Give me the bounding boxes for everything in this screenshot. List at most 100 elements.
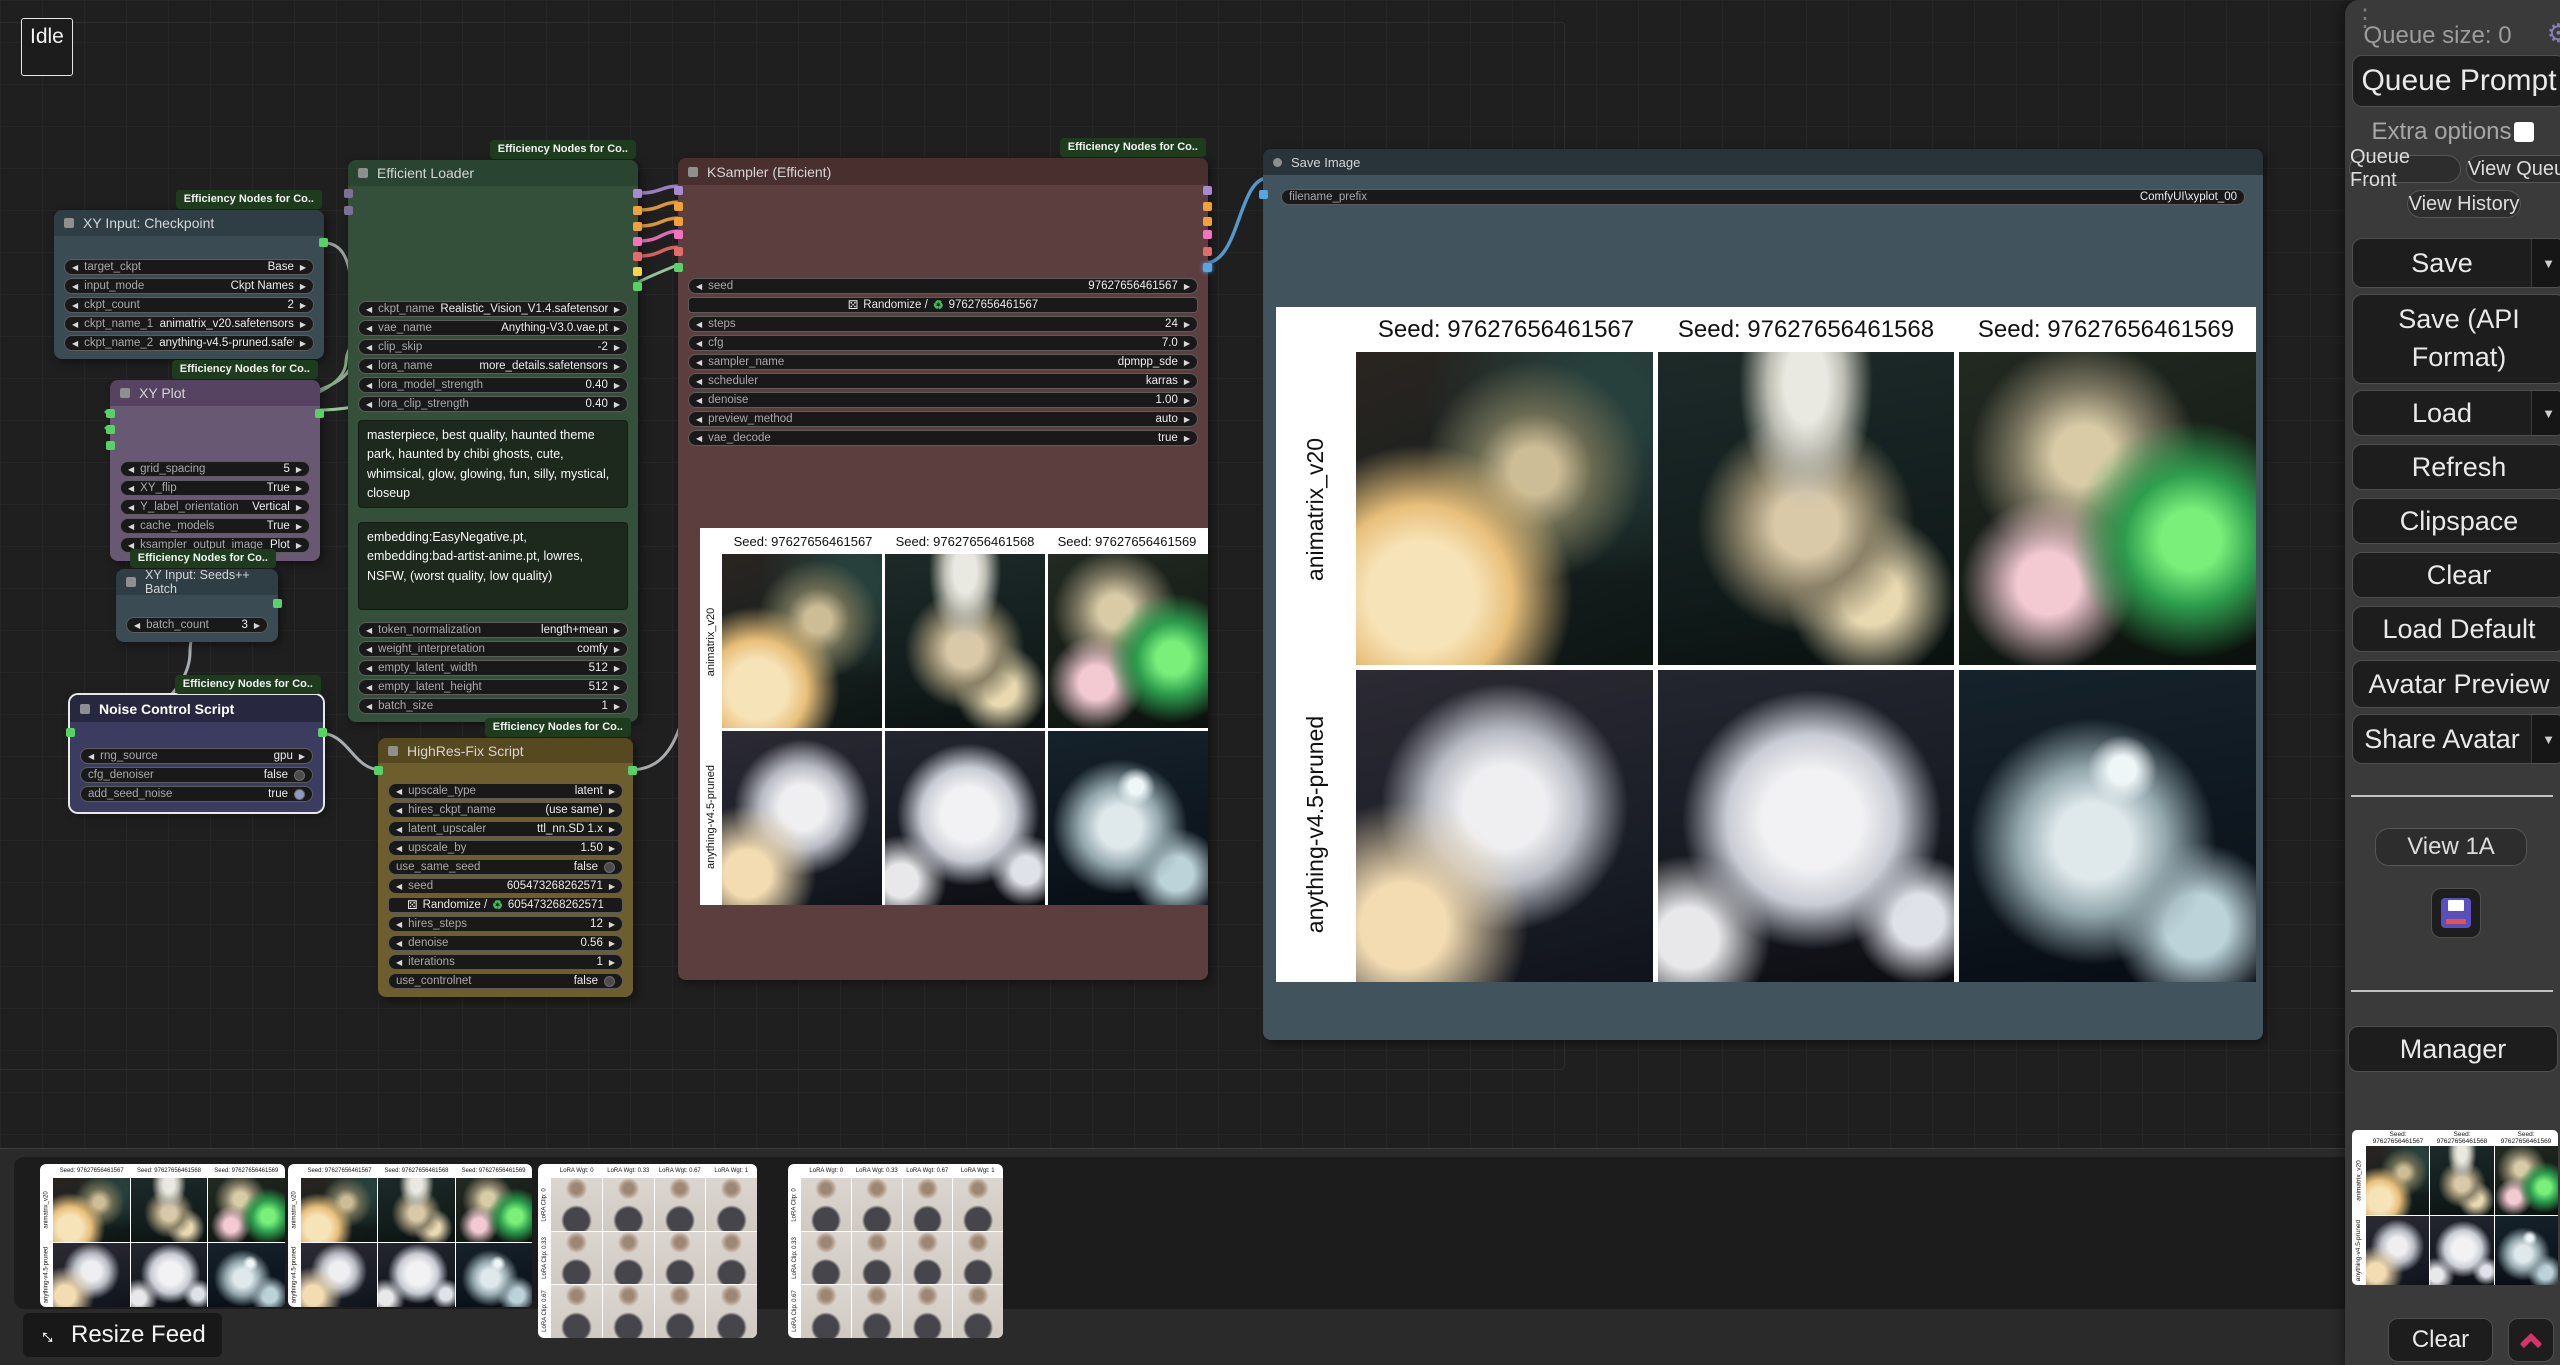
spinner-left-icon[interactable] [88, 750, 94, 762]
spinner-right-icon[interactable] [296, 482, 302, 494]
spinner-left-icon[interactable] [72, 261, 78, 273]
positive-prompt-textarea[interactable]: masterpiece, best quality, haunted theme… [358, 420, 628, 508]
spinner-left-icon[interactable] [72, 299, 78, 311]
widget-denoise[interactable]: denoise0.56 [388, 935, 623, 951]
slot-dependencies-input[interactable] [106, 409, 115, 418]
queue-front-button[interactable]: Queue Front [2349, 155, 2461, 183]
widget-vae-name[interactable]: vae_nameAnything-V3.0.vae.pt [358, 320, 628, 336]
node-header[interactable]: HighRes-Fix Script [378, 738, 633, 763]
spinner-left-icon[interactable] [366, 398, 372, 410]
widget-hires-ckpt-name[interactable]: hires_ckpt_name(use same) [388, 802, 623, 818]
widget-use-same-seed[interactable]: use_same_seedfalse [388, 859, 623, 875]
save-api-format-button[interactable]: Save (API Format) [2352, 294, 2560, 384]
share-avatar-button[interactable]: Share Avatar [2352, 714, 2560, 764]
slot-lora-stack-input[interactable] [344, 189, 353, 198]
slot-conditioning-minus-output[interactable] [1203, 217, 1212, 226]
node-efficient-loader[interactable]: Efficiency Nodes for Co.. Efficient Load… [348, 160, 638, 722]
node-header[interactable]: XY Plot [110, 380, 320, 406]
widget-lora-clip-strength[interactable]: lora_clip_strength0.40 [358, 396, 628, 412]
node-header[interactable]: Noise Control Script [70, 695, 323, 722]
spinner-right-icon[interactable] [300, 337, 306, 349]
slot-model-input[interactable] [674, 186, 683, 195]
widget-y-label-orientation[interactable]: Y_label_orientationVertical [120, 499, 310, 515]
spinner-left-icon[interactable] [696, 375, 702, 387]
feed-thumbnail-xyplot[interactable]: Seed: 97627656461567 Seed: 9762765646156… [40, 1164, 285, 1307]
spinner-right-icon[interactable] [614, 662, 620, 674]
spinner-right-icon[interactable] [1184, 318, 1190, 330]
spinner-right-icon[interactable] [614, 360, 620, 372]
widget-ckpt-name-1[interactable]: ckpt_name_1animatrix_v20.safetensors [64, 316, 314, 332]
spinner-right-icon[interactable] [296, 463, 302, 475]
spinner-right-icon[interactable] [1184, 280, 1190, 292]
spinner-right-icon[interactable] [1184, 413, 1190, 425]
node-highres-fix-script[interactable]: Efficiency Nodes for Co.. HighRes-Fix Sc… [378, 738, 633, 997]
widget-steps[interactable]: steps24 [688, 316, 1198, 332]
spinner-right-icon[interactable] [609, 956, 615, 968]
widget-ckpt-name[interactable]: ckpt_nameRealistic_Vision_V1.4.safetenso… [358, 301, 628, 317]
collapse-dot-icon[interactable] [358, 168, 368, 178]
spinner-left-icon[interactable] [696, 356, 702, 368]
gear-icon[interactable] [2547, 18, 2560, 49]
widget-ckpt-count[interactable]: ckpt_count2 [64, 297, 314, 313]
widget-seed[interactable]: seed97627656461567 [688, 278, 1198, 294]
refresh-button[interactable]: Refresh [2352, 444, 2560, 490]
slot-seeds-output[interactable] [273, 599, 282, 608]
widget-seed[interactable]: seed605473268262571 [388, 878, 623, 894]
spinner-right-icon[interactable] [609, 880, 615, 892]
spinner-left-icon[interactable] [396, 918, 402, 930]
slot-vae-output[interactable] [633, 252, 642, 261]
slot-model-output[interactable] [633, 189, 642, 198]
node-ksampler-efficient[interactable]: Efficiency Nodes for Co.. KSampler (Effi… [678, 158, 1208, 980]
slot-xy-output[interactable] [319, 238, 328, 247]
feed-thumbnail-xyplot[interactable]: Seed: 97627656461567 Seed: 9762765646156… [288, 1164, 532, 1307]
widget-ckpt-name-2[interactable]: ckpt_name_2anything-v4.5-pruned.safetens… [64, 335, 314, 351]
feed-thumbnail-lora-grid[interactable]: LoRA Wgt: 0 LoRA Wgt: 0.33 LoRA Wgt: 0.6… [788, 1164, 1003, 1338]
spinner-left-icon[interactable] [366, 322, 372, 334]
collapse-dot-icon[interactable] [388, 746, 398, 756]
spinner-right-icon[interactable] [1184, 375, 1190, 387]
slot-script-input[interactable] [674, 263, 683, 272]
widget-token-normalization[interactable]: token_normalizationlength+mean [358, 622, 628, 638]
resize-feed-button[interactable]: Resize Feed [23, 1313, 222, 1357]
spinner-left-icon[interactable] [72, 318, 78, 330]
spinner-left-icon[interactable] [128, 482, 134, 494]
spinner-left-icon[interactable] [396, 956, 402, 968]
clear-button[interactable]: Clear [2352, 552, 2560, 598]
spinner-right-icon[interactable] [609, 918, 615, 930]
collapse-dot-icon[interactable] [120, 388, 130, 398]
spinner-right-icon[interactable] [1184, 432, 1190, 444]
widget-rng-source[interactable]: rng_sourcegpu [80, 748, 313, 764]
widget-xy-flip[interactable]: XY_flipTrue [120, 480, 310, 496]
spinner-right-icon[interactable] [609, 785, 615, 797]
spinner-right-icon[interactable] [300, 280, 306, 292]
spinner-left-icon[interactable] [696, 394, 702, 406]
toggle-on-icon[interactable] [294, 789, 305, 800]
save-avatar-button[interactable] [2431, 888, 2481, 938]
node-header[interactable]: Efficient Loader [348, 160, 638, 186]
spinner-left-icon[interactable] [366, 662, 372, 674]
load-default-button[interactable]: Load Default [2352, 606, 2560, 652]
spinner-left-icon[interactable] [696, 280, 702, 292]
slot-conditioning-plus-output[interactable] [633, 206, 642, 215]
widget-hires-steps[interactable]: hires_steps12 [388, 916, 623, 932]
randomize-seed-button[interactable]: Randomize /97627656461567 [688, 297, 1198, 313]
widget-vae-decode[interactable]: vae_decodetrue [688, 430, 1198, 446]
widget-denoise[interactable]: denoise1.00 [688, 392, 1198, 408]
collapse-dot-icon[interactable] [688, 167, 698, 177]
widget-cfg[interactable]: cfg7.0 [688, 335, 1198, 351]
slot-vae-output[interactable] [1203, 247, 1212, 256]
widget-weight-interpretation[interactable]: weight_interpretationcomfy [358, 641, 628, 657]
load-button[interactable]: Load [2352, 390, 2560, 436]
slot-script-input[interactable] [66, 728, 75, 737]
view-queue-button[interactable]: View Queue [2466, 155, 2560, 183]
spinner-right-icon[interactable] [609, 842, 615, 854]
node-xy-plot[interactable]: Efficiency Nodes for Co.. XY Plot grid_s… [110, 380, 320, 561]
slot-script-input[interactable] [374, 766, 383, 775]
node-header[interactable]: XY Input: Seeds++ Batch [116, 569, 278, 595]
collapse-feed-button[interactable] [2508, 1318, 2554, 1362]
widget-iterations[interactable]: iterations1 [388, 954, 623, 970]
widget-scheduler[interactable]: schedulerkarras [688, 373, 1198, 389]
spinner-left-icon[interactable] [134, 619, 140, 631]
spinner-left-icon[interactable] [396, 880, 402, 892]
slot-script-output[interactable] [628, 766, 637, 775]
